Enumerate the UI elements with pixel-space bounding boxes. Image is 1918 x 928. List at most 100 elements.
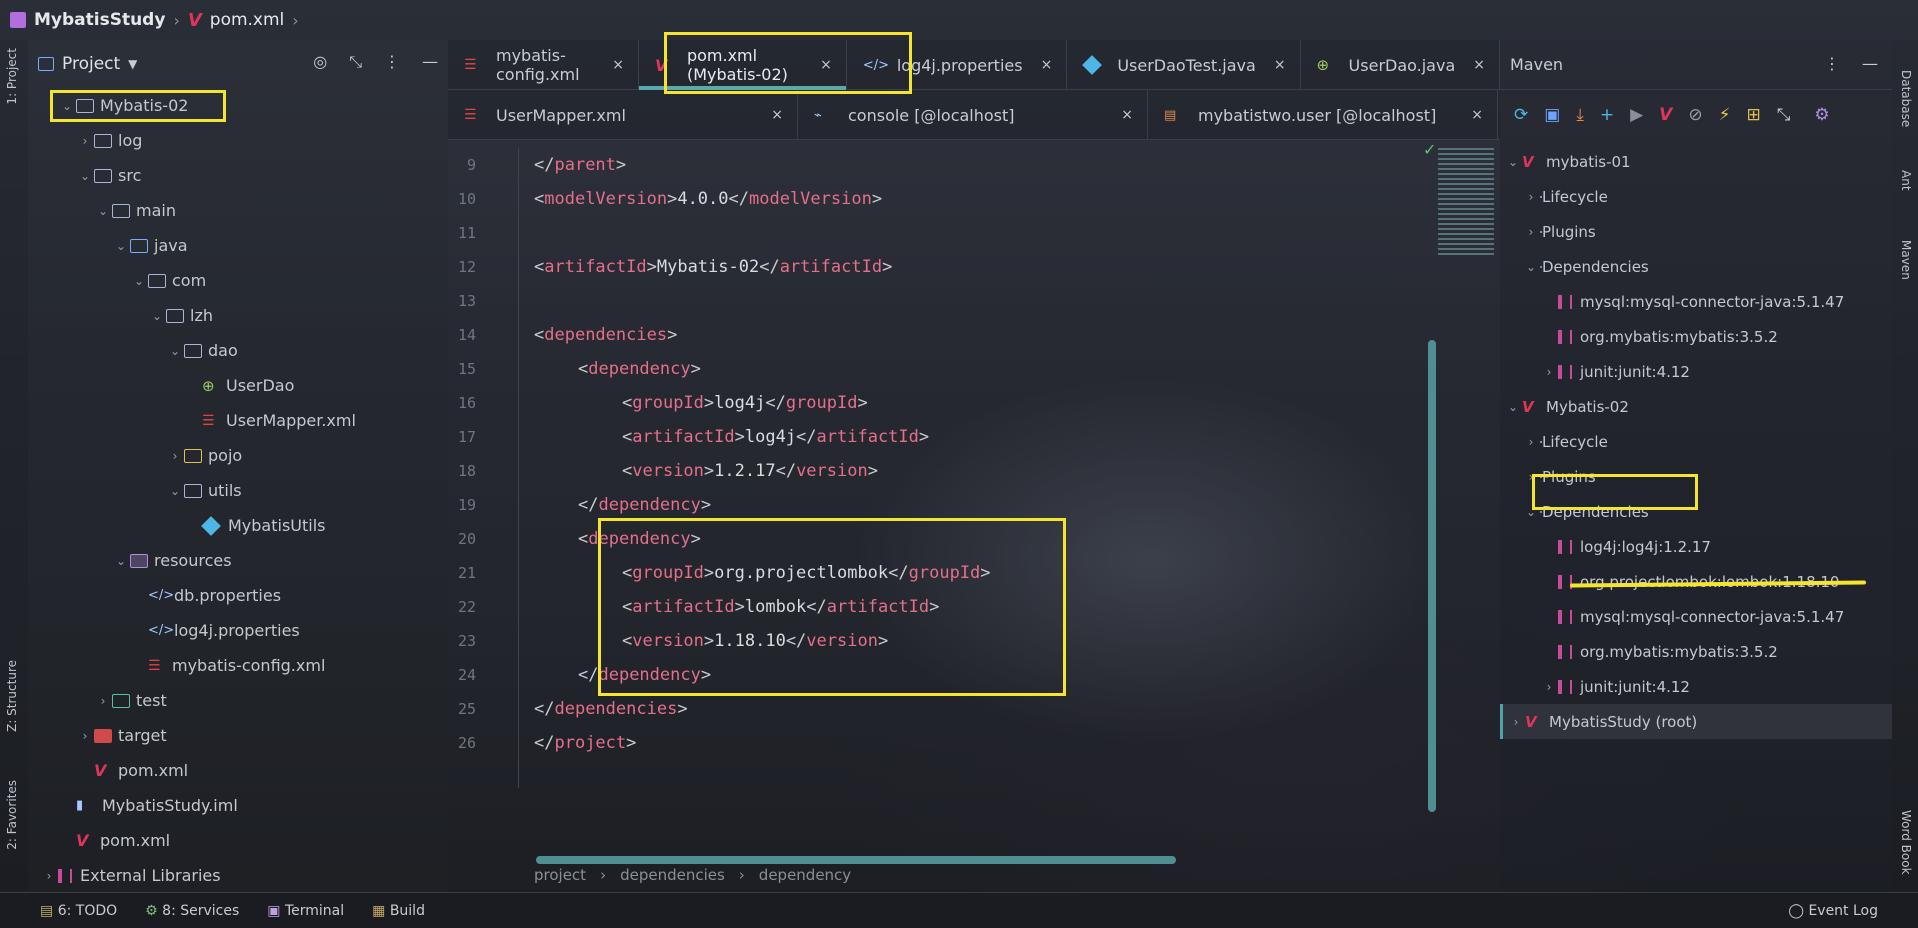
editor-tab[interactable]: ▤ mybatistwo.user [@localhost] × bbox=[1148, 90, 1498, 140]
chevron-right-icon[interactable]: › bbox=[1507, 715, 1525, 729]
todo-button[interactable]: ▤ 6: TODO bbox=[40, 903, 117, 919]
editor-tab[interactable]: ⊕ UserDao.java × bbox=[1301, 40, 1500, 90]
event-log-button[interactable]: ◯ Event Log bbox=[1788, 903, 1878, 919]
tab-structure-tool[interactable]: Z: Structure bbox=[5, 660, 19, 732]
tree-item[interactable]: › target bbox=[28, 718, 448, 753]
tree-item[interactable]: ⌄ java bbox=[28, 228, 448, 263]
run-icon[interactable]: ▶ bbox=[1630, 105, 1643, 125]
editor-tab[interactable]: ⌁ console [@localhost] × bbox=[798, 90, 1148, 140]
chevron-right-icon[interactable]: › bbox=[1522, 225, 1540, 239]
chevron-right-icon[interactable]: › bbox=[166, 449, 184, 463]
close-icon[interactable]: × bbox=[612, 57, 624, 73]
tree-item[interactable]: ☰ mybatis-config.xml bbox=[28, 648, 448, 683]
collapse-all-icon[interactable]: ⤡ bbox=[1777, 105, 1791, 125]
add-folder-icon[interactable]: ▣ bbox=[1544, 105, 1560, 125]
tree-item[interactable]: ⊕ UserDao bbox=[28, 368, 448, 403]
tree-item[interactable]: org.mybatis:mybatis:3.5.2 bbox=[1500, 634, 1892, 669]
tree-item[interactable]: ▮ MybatisStudy.iml bbox=[28, 788, 448, 823]
chevron-right-icon[interactable]: › bbox=[40, 869, 58, 883]
tree-item[interactable]: › Plugins bbox=[1500, 214, 1892, 249]
tree-item[interactable]: log4j:log4j:1.2.17 bbox=[1500, 529, 1892, 564]
chevron-right-icon[interactable]: › bbox=[1540, 680, 1558, 694]
chevron-right-icon[interactable]: › bbox=[1522, 435, 1540, 449]
chevron-down-icon[interactable]: ⌄ bbox=[94, 204, 112, 218]
settings-icon[interactable]: ⚙ bbox=[1814, 105, 1829, 125]
reload-icon[interactable]: ⟳ bbox=[1514, 105, 1528, 125]
tree-item[interactable]: org.mybatis:mybatis:3.5.2 bbox=[1500, 319, 1892, 354]
tree-item[interactable]: ⌄ Dependencies bbox=[1500, 249, 1892, 284]
chevron-down-icon[interactable]: ⌄ bbox=[130, 274, 148, 288]
tree-item[interactable]: ☰ UserMapper.xml bbox=[28, 403, 448, 438]
horizontal-scrollbar[interactable] bbox=[536, 856, 1176, 864]
tree-item[interactable]: › V MybatisStudy (root) bbox=[1500, 704, 1892, 739]
close-icon[interactable]: × bbox=[771, 107, 783, 123]
close-icon[interactable]: × bbox=[1274, 57, 1286, 73]
terminal-button[interactable]: ▣ Terminal bbox=[267, 903, 344, 919]
more-icon[interactable]: ⋮ bbox=[384, 52, 400, 72]
tree-item[interactable]: ⌄ src bbox=[28, 158, 448, 193]
chevron-down-icon[interactable]: ⌄ bbox=[76, 169, 94, 183]
tree-item[interactable]: mysql:mysql-connector-java:5.1.47 bbox=[1500, 284, 1892, 319]
show-dependencies-icon[interactable]: ⊞ bbox=[1747, 105, 1761, 125]
tree-item[interactable]: › External Libraries bbox=[28, 858, 448, 893]
tree-item[interactable]: ⌄ com bbox=[28, 263, 448, 298]
chevron-down-icon[interactable]: ⌄ bbox=[1504, 155, 1522, 169]
services-button[interactable]: ⚙ 8: Services bbox=[145, 903, 239, 919]
tree-item[interactable]: › pojo bbox=[28, 438, 448, 473]
tree-item[interactable]: › junit:junit:4.12 bbox=[1500, 669, 1892, 704]
breadcrumb-item[interactable]: project bbox=[534, 866, 586, 884]
chevron-down-icon[interactable]: ⌄ bbox=[112, 239, 130, 253]
tree-item[interactable]: </> log4j.properties bbox=[28, 613, 448, 648]
chevron-down-icon[interactable]: ⌄ bbox=[166, 344, 184, 358]
tab-project-tool[interactable]: 1: Project bbox=[5, 48, 19, 105]
editor-tab[interactable]: UserDaoTest.java × bbox=[1067, 40, 1301, 90]
maven-goal-icon[interactable]: V bbox=[1659, 105, 1672, 125]
collapse-icon[interactable]: ⤡ bbox=[349, 52, 362, 72]
chevron-down-icon[interactable]: ⌄ bbox=[148, 309, 166, 323]
tree-item[interactable]: › log bbox=[28, 123, 448, 158]
tree-item[interactable]: ⌄ V Mybatis-02 bbox=[1500, 389, 1892, 424]
chevron-down-icon[interactable]: ⌄ bbox=[166, 484, 184, 498]
close-icon[interactable]: × bbox=[1041, 57, 1053, 73]
minimize-icon[interactable]: — bbox=[422, 52, 438, 72]
chevron-down-icon[interactable]: ⌄ bbox=[112, 554, 130, 568]
project-panel-title[interactable]: Project bbox=[62, 54, 120, 74]
minimize-icon[interactable]: — bbox=[1862, 54, 1878, 73]
tree-item[interactable]: › test bbox=[28, 683, 448, 718]
tab-maven-tool[interactable]: Maven bbox=[1899, 240, 1913, 280]
tree-item[interactable]: ⌄ utils bbox=[28, 473, 448, 508]
toggle-offline-icon[interactable]: ⊘ bbox=[1688, 105, 1702, 125]
chevron-right-icon[interactable]: › bbox=[1540, 365, 1558, 379]
chevron-right-icon[interactable]: › bbox=[94, 694, 112, 708]
editor-tab[interactable]: ☰ mybatis-config.xml × bbox=[448, 40, 639, 90]
tree-item[interactable]: Vpom.xml bbox=[28, 823, 448, 858]
more-icon[interactable]: ⋮ bbox=[1824, 54, 1840, 73]
tab-favorites-tool[interactable]: 2: Favorites bbox=[5, 780, 19, 850]
target-icon[interactable]: ◎ bbox=[313, 52, 327, 72]
close-icon[interactable]: × bbox=[1471, 107, 1483, 123]
tree-item[interactable]: ⌄ resources bbox=[28, 543, 448, 578]
build-button[interactable]: ▦ Build bbox=[372, 903, 425, 919]
chevron-down-icon[interactable]: ⌄ bbox=[1504, 400, 1522, 414]
tree-item[interactable]: ⌄ lzh bbox=[28, 298, 448, 333]
chevron-down-icon[interactable]: ▼ bbox=[128, 57, 137, 71]
download-icon[interactable]: ⤓ bbox=[1576, 105, 1584, 125]
tab-database-tool[interactable]: Database bbox=[1899, 70, 1913, 127]
tree-item[interactable]: ⌄ dao bbox=[28, 333, 448, 368]
add-icon[interactable]: + bbox=[1600, 105, 1614, 125]
tab-wordbook-tool[interactable]: Word Book bbox=[1899, 810, 1913, 875]
tree-item[interactable]: mysql:mysql-connector-java:5.1.47 bbox=[1500, 599, 1892, 634]
tree-item[interactable]: › Lifecycle bbox=[1500, 424, 1892, 459]
tree-item[interactable]: ⌄ Vmybatis-01 bbox=[1500, 144, 1892, 179]
breadcrumb-item[interactable]: dependencies bbox=[620, 866, 725, 884]
chevron-right-icon[interactable]: › bbox=[76, 134, 94, 148]
tree-item[interactable]: › Lifecycle bbox=[1500, 179, 1892, 214]
skip-tests-icon[interactable]: ⚡ bbox=[1719, 105, 1731, 125]
tab-ant-tool[interactable]: Ant bbox=[1899, 170, 1913, 191]
tree-item[interactable]: </> db.properties bbox=[28, 578, 448, 613]
chevron-down-icon[interactable]: ⌄ bbox=[1522, 260, 1540, 274]
tree-item[interactable]: Vpom.xml bbox=[28, 753, 448, 788]
close-icon[interactable]: × bbox=[1121, 107, 1133, 123]
tree-item[interactable]: MybatisUtils bbox=[28, 508, 448, 543]
breadcrumb-item[interactable]: dependency bbox=[759, 866, 851, 884]
